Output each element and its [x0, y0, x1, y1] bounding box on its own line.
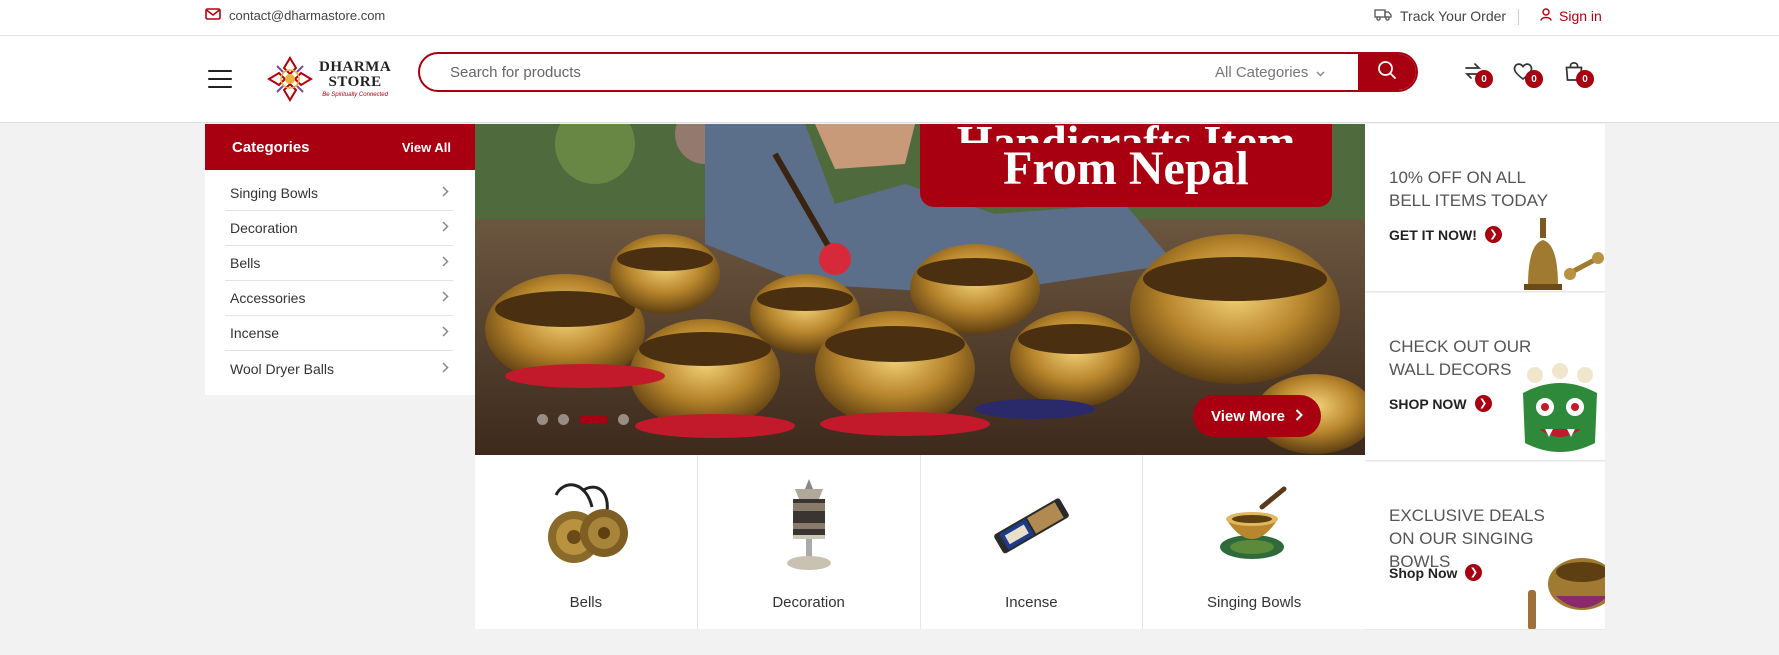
- bell-image: [1524, 218, 1604, 290]
- promo-column: 10% OFF ON ALL BELL ITEMS TODAY GET IT N…: [1365, 124, 1605, 630]
- arrow-right-icon: ❯: [1474, 395, 1492, 412]
- mail-icon: [205, 8, 221, 23]
- chevron-right-icon: [442, 326, 449, 340]
- chevron-right-icon: [442, 186, 449, 200]
- logo-line2: STORE: [328, 74, 382, 90]
- singing-bowl-image: [1220, 486, 1287, 559]
- sign-in-link[interactable]: Sign in: [1540, 8, 1602, 24]
- bells-image: [547, 483, 628, 563]
- truck-icon: [1374, 8, 1392, 24]
- site-header: DHARMA STORE Be Spiritually Connected Al…: [0, 36, 1779, 123]
- logo-tagline: Be Spiritually Connected: [322, 92, 388, 98]
- promo-cta-link[interactable]: Shop Now ❯: [1389, 564, 1483, 581]
- wishlist-count-badge: 0: [1525, 70, 1543, 88]
- chevron-right-icon: [1295, 408, 1303, 425]
- sidebar-item-singing-bowls[interactable]: Singing Bowls: [225, 176, 453, 211]
- wishlist-button[interactable]: 0: [1512, 60, 1543, 88]
- tile-bells[interactable]: Bells: [475, 455, 698, 629]
- cart-count-badge: 0: [1576, 70, 1594, 88]
- promo-cta-label: GET IT NOW!: [1389, 226, 1477, 243]
- logo-line1: DHARMA: [319, 59, 392, 75]
- promo-bells[interactable]: 10% OFF ON ALL BELL ITEMS TODAY GET IT N…: [1365, 124, 1605, 292]
- topbar-divider: [1518, 9, 1519, 25]
- top-bar: contact@dharmastore.com Track Your Order…: [0, 0, 1779, 36]
- track-order-label: Track Your Order: [1400, 8, 1507, 24]
- contact-email-text: contact@dharmastore.com: [229, 8, 386, 23]
- promo-cta-label: SHOP NOW: [1389, 395, 1467, 412]
- tile-singing-bowls[interactable]: Singing Bowls: [1143, 455, 1365, 629]
- slider-dot[interactable]: [537, 414, 548, 425]
- sidebar-item-label: Wool Dryer Balls: [230, 360, 334, 377]
- search-button[interactable]: [1358, 54, 1416, 90]
- contact-email[interactable]: contact@dharmastore.com: [205, 8, 385, 23]
- sidebar-item-incense[interactable]: Incense: [225, 316, 453, 351]
- chevron-right-icon: [442, 221, 449, 235]
- categories-title: Categories: [232, 138, 310, 156]
- track-order-link[interactable]: Track Your Order: [1374, 8, 1506, 24]
- hero-headline-line1: Handicrafts Item: [957, 124, 1296, 143]
- prayer-wheel-image: [786, 479, 831, 570]
- chevron-down-icon: [1316, 64, 1325, 81]
- chevron-right-icon: [442, 361, 449, 376]
- sidebar-item-bells[interactable]: Bells: [225, 246, 453, 281]
- category-select-value: All Categories: [1215, 63, 1309, 81]
- tile-label: Incense: [1005, 594, 1058, 611]
- category-list: Singing Bowls Decoration Bells Accessori…: [205, 170, 475, 386]
- tile-decoration[interactable]: Decoration: [698, 455, 921, 629]
- sidebar-item-label: Bells: [230, 255, 261, 271]
- promo-title: 10% OFF ON ALL BELL ITEMS TODAY: [1389, 168, 1549, 210]
- site-logo[interactable]: DHARMA STORE Be Spiritually Connected: [265, 53, 395, 105]
- sign-in-label: Sign in: [1559, 8, 1602, 24]
- chevron-right-icon: [442, 291, 449, 305]
- sidebar-item-label: Singing Bowls: [230, 185, 318, 201]
- chevron-right-icon: [442, 256, 449, 270]
- menu-icon[interactable]: [208, 70, 232, 88]
- arrow-right-icon: ❯: [1465, 564, 1483, 581]
- logo-text: DHARMA STORE Be Spiritually Connected: [319, 59, 392, 99]
- promo-wall-decor[interactable]: CHECK OUT OUR WALL DECORS SHOP NOW ❯: [1365, 293, 1605, 461]
- search-icon: [1377, 60, 1397, 85]
- sidebar-item-label: Accessories: [230, 290, 306, 306]
- logo-mark-icon: [267, 56, 313, 102]
- cart-button[interactable]: 0: [1563, 60, 1594, 88]
- user-icon: [1540, 8, 1552, 24]
- tile-label: Decoration: [772, 594, 845, 611]
- sidebar-item-label: Incense: [230, 325, 280, 341]
- view-more-label: View More: [1211, 407, 1285, 425]
- category-tiles: Bells Decoration Incense Singing Bowls: [475, 455, 1365, 629]
- view-more-button[interactable]: View More: [1193, 395, 1321, 437]
- hero-banner: Handicrafts Item From Nepal: [920, 124, 1332, 207]
- slider-dots: [537, 414, 629, 425]
- search-input[interactable]: [450, 54, 1150, 90]
- promo-cta-label: Shop Now: [1389, 564, 1458, 581]
- promo-singing-bowls[interactable]: EXCLUSIVE DEALS ON OUR SINGING BOWLS Sho…: [1365, 462, 1605, 630]
- view-all-link[interactable]: View All: [402, 140, 451, 155]
- search-bar: All Categories: [418, 52, 1418, 92]
- promo-cta-link[interactable]: SHOP NOW ❯: [1389, 395, 1492, 412]
- tile-label: Bells: [569, 594, 603, 611]
- categories-header: Categories View All: [205, 124, 475, 170]
- hero-headline-line2: From Nepal: [1003, 142, 1249, 195]
- slider-dot[interactable]: [618, 414, 629, 425]
- compare-count-badge: 0: [1475, 70, 1493, 88]
- slider-dot-active[interactable]: [579, 416, 608, 423]
- tile-label: Singing Bowls: [1207, 594, 1302, 611]
- hero-slider[interactable]: Handicrafts Item From Nepal View More: [475, 124, 1365, 455]
- sidebar-item-accessories[interactable]: Accessories: [225, 281, 453, 316]
- singing-bowl-image: [1528, 558, 1605, 629]
- arrow-right-icon: ❯: [1484, 226, 1502, 243]
- sidebar-item-label: Decoration: [230, 220, 298, 236]
- categories-sidebar: Categories View All Singing Bowls Decora…: [205, 124, 475, 395]
- slider-dot[interactable]: [558, 414, 569, 425]
- incense-image: [994, 498, 1070, 554]
- promo-cta-link[interactable]: GET IT NOW! ❯: [1389, 226, 1502, 243]
- category-select[interactable]: All Categories: [1215, 54, 1325, 90]
- compare-button[interactable]: 0: [1462, 60, 1493, 88]
- sidebar-item-wool-dryer-balls[interactable]: Wool Dryer Balls: [225, 351, 453, 386]
- tile-incense[interactable]: Incense: [921, 455, 1144, 629]
- sidebar-item-decoration[interactable]: Decoration: [225, 211, 453, 246]
- mask-image: [1523, 363, 1597, 452]
